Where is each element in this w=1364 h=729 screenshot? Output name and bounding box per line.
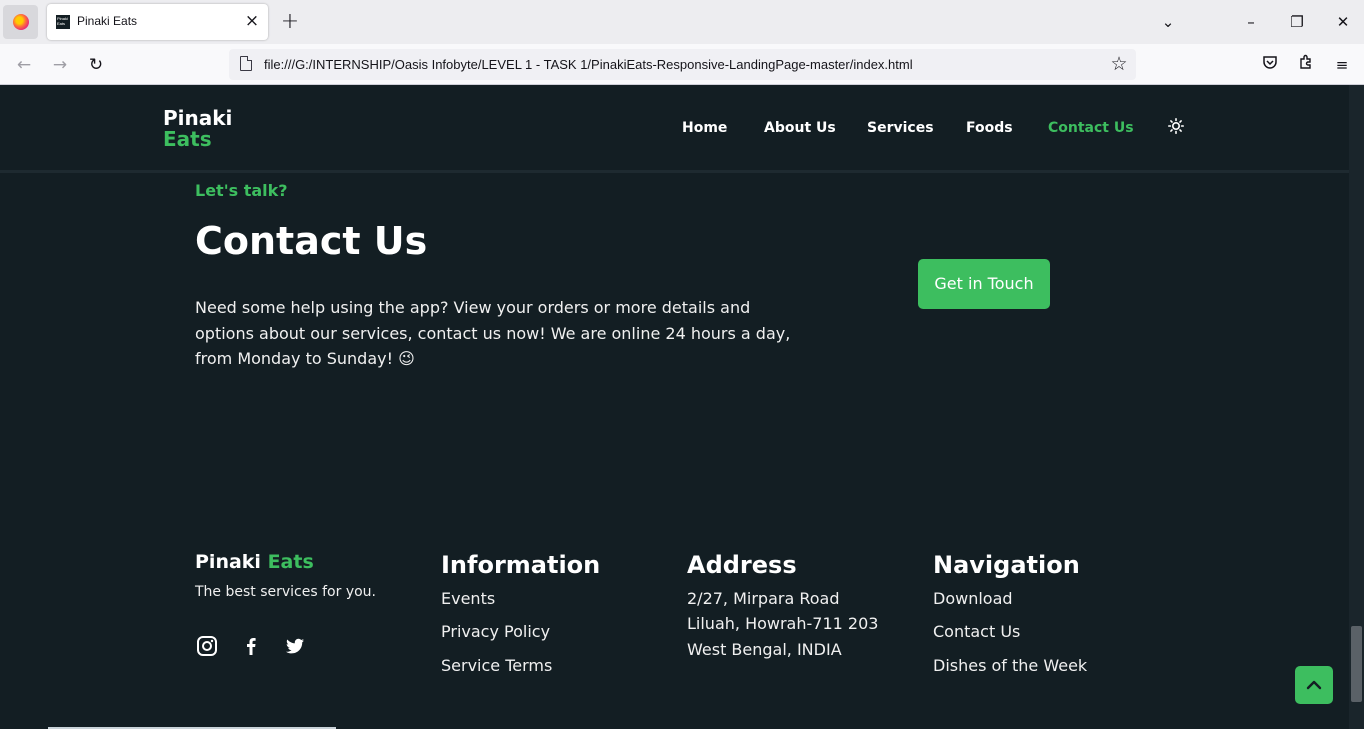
firefox-icon: [12, 14, 29, 30]
get-in-touch-button[interactable]: Get in Touch: [918, 259, 1050, 309]
menu-icon[interactable]: ≡: [1330, 53, 1354, 77]
footer-address-line-3: West Bengal, INDIA: [687, 640, 842, 659]
sun-icon[interactable]: [1168, 118, 1184, 134]
footer-link-download[interactable]: Download: [933, 589, 1013, 608]
nav-home[interactable]: Home: [682, 120, 727, 136]
chevron-up-icon: [1306, 680, 1322, 690]
footer-address-line-1: 2/27, Mirpara Road: [687, 589, 840, 608]
footer-information-heading: Information: [441, 551, 601, 579]
footer-tagline: The best services for you.: [195, 584, 376, 600]
url-bar[interactable]: file:///G:/INTERNSHIP/Oasis Infobyte/LEV…: [229, 49, 1136, 80]
forward-button[interactable]: →: [47, 52, 73, 78]
bookmark-star-icon[interactable]: ☆: [1108, 52, 1130, 76]
site-header: Pinaki Eats Home About Us Services Foods…: [0, 85, 1349, 173]
file-icon: [240, 56, 252, 71]
tab-favicon: Pinaki Eats: [56, 15, 70, 29]
nav-contact-us[interactable]: Contact Us: [1048, 120, 1134, 136]
footer-link-privacy-policy[interactable]: Privacy Policy: [441, 622, 550, 641]
footer-address-heading: Address: [687, 551, 797, 579]
contact-description: Need some help using the app? View your …: [195, 298, 791, 368]
tab-list-chevron-icon[interactable]: ⌄: [1156, 10, 1180, 34]
footer-navigation-heading: Navigation: [933, 551, 1080, 579]
nav-services[interactable]: Services: [867, 120, 934, 136]
reload-button[interactable]: ↻: [83, 52, 109, 78]
section-title: Contact Us: [195, 219, 428, 263]
scrollbar-thumb[interactable]: [1351, 626, 1362, 702]
extensions-icon[interactable]: [1294, 53, 1318, 77]
footer-logo[interactable]: Pinaki Eats: [195, 551, 314, 573]
minimize-button[interactable]: –: [1239, 10, 1263, 34]
footer-link-service-terms[interactable]: Service Terms: [441, 656, 552, 675]
window-close-button[interactable]: ✕: [1331, 10, 1355, 34]
logo-line-2: Eats: [163, 127, 212, 151]
twitter-icon[interactable]: [284, 635, 306, 657]
pocket-icon[interactable]: [1258, 53, 1282, 77]
firefox-view-button[interactable]: [3, 5, 38, 39]
back-to-top-button[interactable]: [1295, 666, 1333, 704]
restore-button[interactable]: ❐: [1285, 10, 1309, 34]
instagram-icon[interactable]: [196, 635, 218, 657]
site-logo[interactable]: Pinaki Eats: [163, 108, 232, 150]
section-eyebrow: Let's talk?: [195, 181, 288, 200]
back-button[interactable]: ←: [11, 52, 37, 78]
footer-link-events[interactable]: Events: [441, 589, 495, 608]
nav-about-us[interactable]: About Us: [764, 120, 836, 136]
logo-line-1: Pinaki: [163, 106, 233, 130]
footer-address-line-2: Liluah, Howrah-711 203: [687, 614, 879, 633]
url-text[interactable]: file:///G:/INTERNSHIP/Oasis Infobyte/LEV…: [264, 57, 913, 72]
tab-title: Pinaki Eats: [77, 14, 138, 28]
close-icon[interactable]: ×: [244, 12, 260, 30]
new-tab-button[interactable]: +: [280, 10, 300, 34]
browser-tab-bar: Pinaki Eats Pinaki Eats × + ⌄ – ❐ ✕: [0, 0, 1364, 44]
footer-logo-part-1: Pinaki: [195, 551, 261, 573]
nav-foods[interactable]: Foods: [966, 120, 1013, 136]
footer-logo-part-2: Eats: [267, 551, 314, 573]
footer-link-contact-us[interactable]: Contact Us: [933, 622, 1020, 641]
footer-link-dishes-of-the-week[interactable]: Dishes of the Week: [933, 656, 1087, 675]
facebook-icon[interactable]: [240, 635, 262, 657]
browser-tab[interactable]: Pinaki Eats Pinaki Eats ×: [47, 4, 268, 40]
